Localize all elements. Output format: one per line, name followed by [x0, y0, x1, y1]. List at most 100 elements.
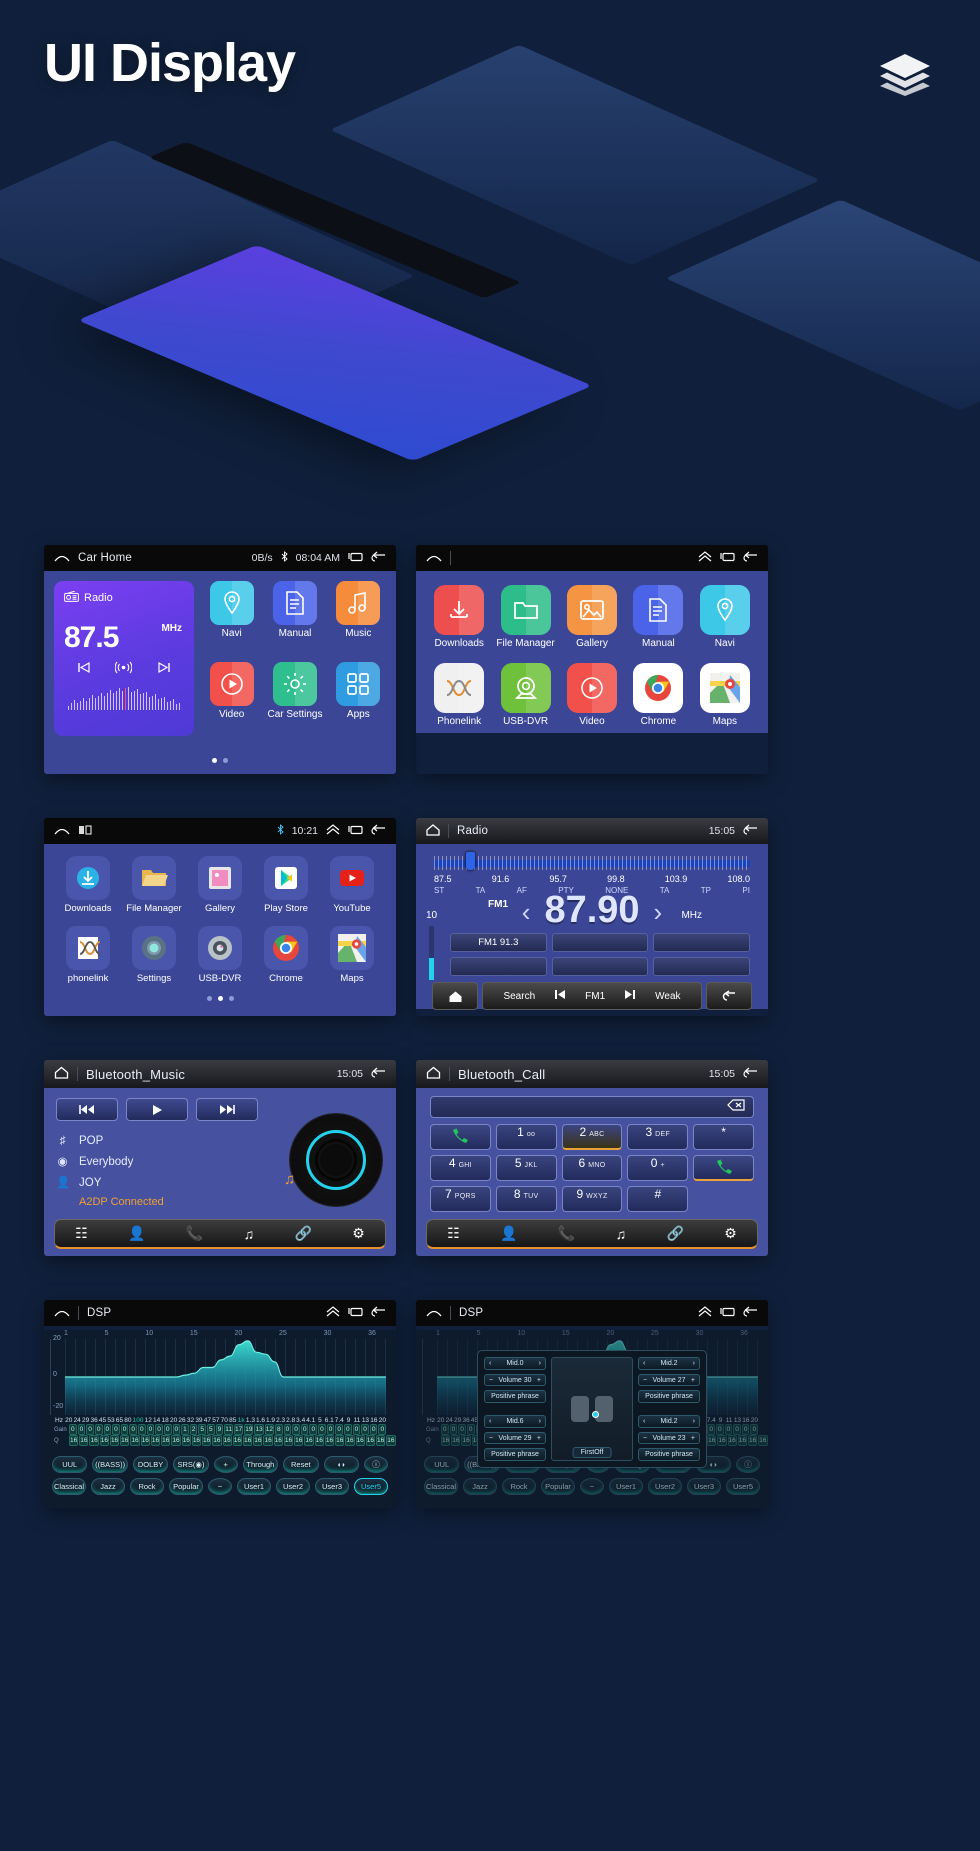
q-cell[interactable]: 16 — [365, 1435, 376, 1446]
q-cell[interactable]: 16 — [150, 1435, 161, 1446]
back-button[interactable] — [706, 982, 752, 1010]
gain-cell[interactable]: 0 — [155, 1424, 163, 1435]
app-maps[interactable]: Maps — [322, 926, 382, 984]
gain-cell[interactable]: 17 — [234, 1424, 244, 1435]
link-icon[interactable]: 🔗 — [294, 1225, 311, 1242]
q-cell[interactable]: 16 — [79, 1435, 89, 1446]
dial-key-1[interactable]: 1 oo — [495, 1124, 557, 1150]
seat-front-left[interactable] — [571, 1396, 589, 1422]
effect-button[interactable]: ((BASS)) — [92, 1456, 128, 1473]
position-name-front-right[interactable]: ‹ Mid.2 › — [638, 1357, 700, 1370]
phone-number-input[interactable] — [430, 1096, 754, 1118]
radio-widget[interactable]: Radio MHz 87.5 — [54, 581, 194, 736]
gain-cell[interactable]: 5 — [198, 1424, 206, 1435]
q-cell[interactable]: 16 — [212, 1435, 222, 1446]
preset-button[interactable]: Popular — [169, 1478, 203, 1495]
back-icon[interactable] — [743, 824, 758, 838]
preset-button[interactable]: Classical — [424, 1478, 458, 1495]
next-icon[interactable] — [157, 661, 172, 679]
q-cell[interactable]: 16 — [273, 1435, 283, 1446]
user-preset-button[interactable]: User5 — [726, 1478, 760, 1495]
dial-key-3[interactable]: 3 DEF — [627, 1124, 689, 1150]
listening-position-dot[interactable] — [592, 1411, 599, 1419]
call-log-icon[interactable]: 📞 — [186, 1225, 203, 1242]
gain-cell[interactable]: 0 — [112, 1424, 120, 1435]
home-button[interactable] — [432, 982, 478, 1010]
back-icon[interactable] — [371, 551, 386, 565]
gain-cell[interactable]: 0 — [138, 1424, 146, 1435]
q-cell[interactable]: 16 — [120, 1435, 130, 1446]
prev-icon[interactable] — [76, 661, 91, 679]
gain-cell[interactable]: 0 — [300, 1424, 309, 1435]
back-icon[interactable] — [743, 1067, 758, 1081]
preset-button[interactable]: Jazz — [463, 1478, 497, 1495]
settings-icon[interactable]: ⚙ — [352, 1225, 365, 1242]
dial-key-star[interactable]: * — [693, 1124, 754, 1150]
position-phrase-rear-right[interactable]: Positive phrase — [638, 1448, 700, 1462]
dial-key-0[interactable]: 0 + — [627, 1155, 689, 1181]
app-usb-dvr[interactable]: USB-DVR — [190, 926, 250, 984]
q-cell[interactable]: 16 — [345, 1435, 355, 1446]
chevron-up-icon[interactable] — [698, 1306, 712, 1320]
q-cell[interactable]: 16 — [161, 1435, 171, 1446]
app-chrome[interactable]: Chrome — [256, 926, 316, 984]
gain-cell[interactable]: 0 — [103, 1424, 112, 1435]
home-icon[interactable] — [54, 552, 70, 565]
preset-button[interactable]: Rock — [502, 1478, 536, 1495]
preset-button[interactable]: Jazz — [91, 1478, 125, 1495]
dial-key-8[interactable]: 8 TUV — [495, 1186, 557, 1212]
prev-station-button[interactable]: ‹ — [522, 897, 531, 928]
search-button[interactable]: Search — [503, 991, 535, 1002]
dial-key-6[interactable]: 6 MNO — [561, 1155, 623, 1181]
dialpad-icon[interactable]: ☷ — [75, 1225, 88, 1242]
page-indicator[interactable] — [44, 746, 396, 774]
gain-cell[interactable]: 0 — [466, 1424, 475, 1435]
preset-button[interactable] — [551, 957, 649, 976]
gain-cell[interactable]: 2 — [189, 1424, 198, 1435]
volume-slider[interactable] — [429, 926, 434, 980]
gain-cell[interactable]: 19 — [244, 1424, 254, 1435]
gain-cell[interactable]: 0 — [343, 1424, 352, 1435]
dial-key-hash[interactable]: # — [627, 1186, 689, 1212]
gain-cell[interactable]: 0 — [369, 1424, 378, 1435]
position-volume-front-left[interactable]: − Volume 30 + — [484, 1373, 546, 1387]
gain-cell[interactable]: 0 — [120, 1424, 129, 1435]
prev-track-icon[interactable] — [56, 1098, 118, 1121]
frequency-slider[interactable] — [434, 852, 750, 872]
q-cell[interactable]: 16 — [707, 1435, 717, 1446]
app-tile-navi[interactable]: Navi — [204, 581, 259, 656]
preset-button[interactable]: Classical — [52, 1478, 86, 1495]
back-icon[interactable] — [371, 1306, 386, 1320]
first-off-button[interactable]: FirstOff — [572, 1447, 612, 1458]
preset-button[interactable] — [653, 957, 750, 976]
gain-cell[interactable]: 13 — [254, 1424, 264, 1435]
q-cell[interactable]: 16 — [461, 1435, 471, 1446]
gain-cell[interactable]: 0 — [335, 1424, 343, 1435]
plus-button[interactable]: + — [213, 1456, 238, 1473]
chevron-up-icon[interactable] — [326, 824, 340, 838]
preset-button[interactable] — [450, 957, 547, 976]
home-icon[interactable] — [426, 552, 442, 565]
dial-key-7[interactable]: 7 PQRS — [430, 1186, 491, 1212]
q-cell[interactable]: 16 — [140, 1435, 150, 1446]
q-cell[interactable]: 16 — [441, 1435, 451, 1446]
recents-icon[interactable] — [348, 824, 363, 838]
app-youtube[interactable]: YouTube — [322, 856, 382, 914]
position-volume-front-right[interactable]: − Volume 27 + — [638, 1373, 700, 1387]
gain-cell[interactable]: 0 — [94, 1424, 103, 1435]
app-play-store[interactable]: Play Store — [256, 856, 316, 914]
app-downloads[interactable]: Downloads — [58, 856, 118, 914]
gain-cell[interactable]: 0 — [318, 1424, 326, 1435]
info-icon[interactable]: ⓘ — [735, 1456, 760, 1473]
q-cell[interactable]: 16 — [130, 1435, 140, 1446]
gain-cell[interactable]: 0 — [283, 1424, 292, 1435]
minus-button[interactable]: − — [208, 1478, 232, 1495]
page-dot[interactable] — [212, 758, 217, 763]
gain-cell[interactable]: 12 — [264, 1424, 274, 1435]
gain-cell[interactable]: 0 — [352, 1424, 361, 1435]
q-cell[interactable]: 16 — [202, 1435, 212, 1446]
position-volume-rear-right[interactable]: − Volume 23 + — [638, 1431, 700, 1445]
q-cell[interactable]: 16 — [758, 1435, 768, 1446]
next-icon[interactable] — [623, 989, 637, 1003]
preset-button[interactable]: Popular — [541, 1478, 575, 1495]
